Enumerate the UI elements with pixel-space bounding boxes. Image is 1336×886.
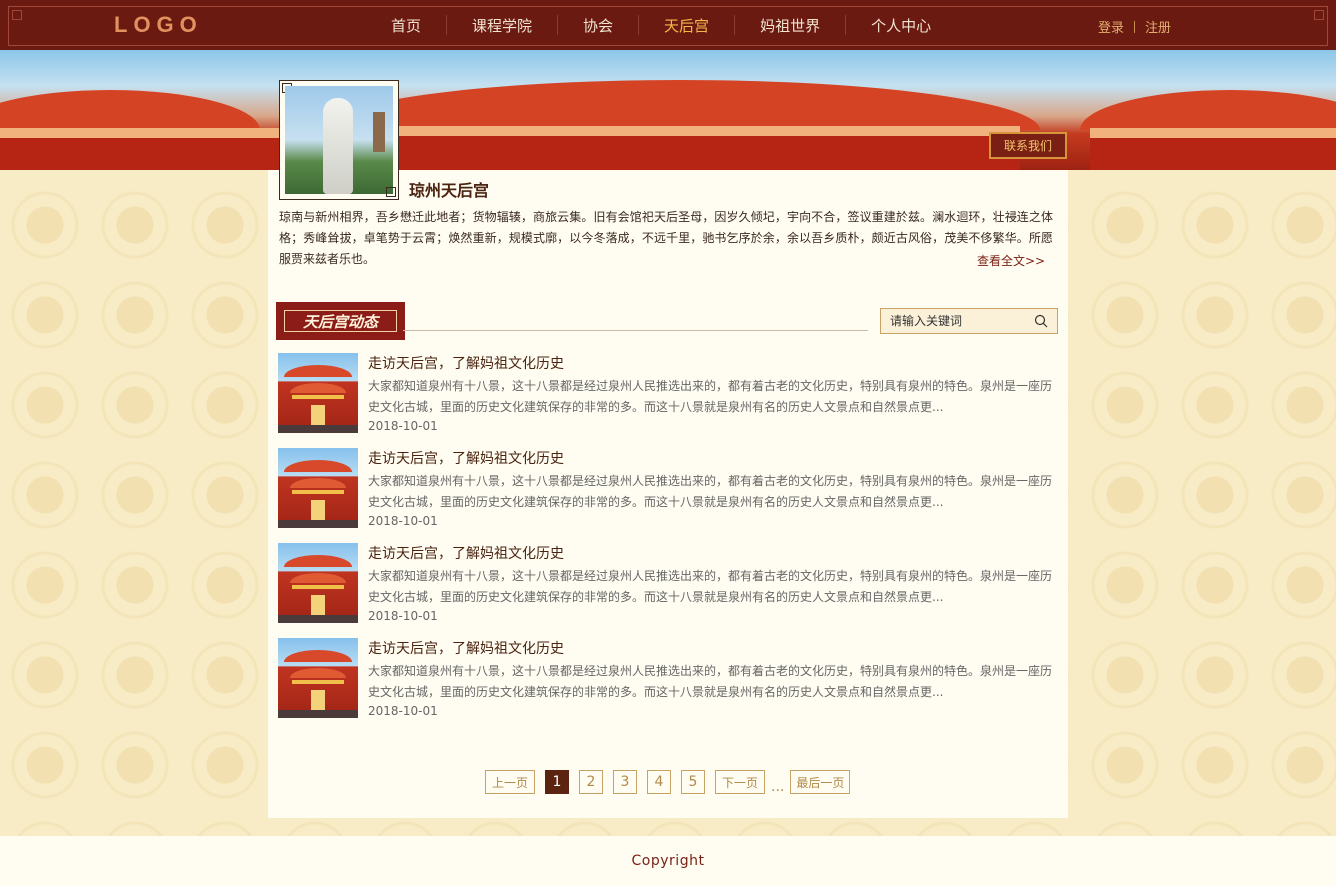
register-link[interactable]: 注册 xyxy=(1145,17,1171,36)
auth-divider xyxy=(1134,20,1136,33)
page-button-3[interactable]: 3 xyxy=(613,770,637,794)
prev-page-button[interactable]: 上一页 xyxy=(485,770,535,794)
news-description: 大家都知道泉州有十八景，这十八景都是经过泉州人民推选出来的，都有着古老的文化历史… xyxy=(368,569,1053,604)
temple-intro: 琼南与新州相界，吾乡懋迁此地者；货物辐辏，商旅云集。旧有会馆祀天后圣母，因岁久倾… xyxy=(279,210,1053,266)
copyright-text: Copyright xyxy=(631,853,705,869)
thumb-trim xyxy=(292,585,344,589)
thumb-ground xyxy=(278,615,358,623)
temple-portrait xyxy=(279,80,399,200)
nav-item-association[interactable]: 协会 xyxy=(558,15,638,36)
thumb-door xyxy=(311,595,325,615)
contact-us-button[interactable]: 联系我们 xyxy=(989,132,1067,159)
thumb-roof xyxy=(284,555,352,567)
banner-eave xyxy=(0,128,280,138)
thumb-door xyxy=(311,500,325,520)
section-divider xyxy=(403,330,868,331)
pagination-ellipsis: ... xyxy=(771,779,785,795)
news-date: 2018-10-01 xyxy=(368,514,438,528)
news-thumbnail[interactable] xyxy=(278,353,358,433)
banner-beam xyxy=(0,138,280,170)
news-item[interactable]: 走访天后宫，了解妈祖文化历史 大家都知道泉州有十八景，这十八景都是经过泉州人民推… xyxy=(278,448,1058,528)
main-nav: 首页 课程学院 协会 天后宫 妈祖世界 个人中心 xyxy=(366,0,956,50)
thumb-trim xyxy=(292,680,344,684)
banner-eave xyxy=(340,126,1020,136)
logo[interactable]: LOGO xyxy=(114,12,203,38)
section-title: 天后宫动态 xyxy=(302,312,378,331)
banner-roof xyxy=(0,90,260,130)
nav-item-home[interactable]: 首页 xyxy=(366,15,446,36)
auth-links: 登录 注册 xyxy=(1098,17,1171,36)
thumb-roof xyxy=(290,383,346,393)
news-date: 2018-10-01 xyxy=(368,609,438,623)
thumb-door xyxy=(311,690,325,710)
page-button-4[interactable]: 4 xyxy=(647,770,671,794)
thumb-trim xyxy=(292,395,344,399)
news-description: 大家都知道泉州有十八景，这十八景都是经过泉州人民推选出来的，都有着古老的文化历史… xyxy=(368,379,1053,414)
mazu-statue-image xyxy=(285,86,393,194)
thumb-trim xyxy=(292,490,344,494)
login-link[interactable]: 登录 xyxy=(1098,17,1124,36)
temple-banner xyxy=(0,50,1336,170)
thumb-roof xyxy=(284,365,352,377)
banner-roof xyxy=(1080,90,1336,130)
news-title[interactable]: 走访天后宫，了解妈祖文化历史 xyxy=(368,638,564,658)
news-item[interactable]: 走访天后宫，了解妈祖文化历史 大家都知道泉州有十八景，这十八景都是经过泉州人民推… xyxy=(278,543,1058,623)
banner-beam xyxy=(340,136,1020,170)
news-date: 2018-10-01 xyxy=(368,704,438,718)
news-description: 大家都知道泉州有十八景，这十八景都是经过泉州人民推选出来的，都有着古老的文化历史… xyxy=(368,474,1053,509)
banner-beam xyxy=(1090,138,1336,170)
search-box xyxy=(880,308,1058,334)
news-title[interactable]: 走访天后宫，了解妈祖文化历史 xyxy=(368,353,564,373)
news-title[interactable]: 走访天后宫，了解妈祖文化历史 xyxy=(368,448,564,468)
nav-item-tianhou-temple[interactable]: 天后宫 xyxy=(639,15,734,36)
news-thumbnail[interactable] xyxy=(278,448,358,528)
page-button-2[interactable]: 2 xyxy=(579,770,603,794)
banner-eave xyxy=(1090,128,1336,138)
read-more-link[interactable]: 查看全文>> xyxy=(977,252,1045,269)
footer: Copyright xyxy=(0,836,1336,886)
nav-item-profile[interactable]: 个人中心 xyxy=(846,15,956,36)
news-date: 2018-10-01 xyxy=(368,419,438,433)
search-icon[interactable] xyxy=(1034,314,1048,328)
thumb-ground xyxy=(278,710,358,718)
thumb-roof xyxy=(290,668,346,678)
news-description: 大家都知道泉州有十八景，这十八景都是经过泉州人民推选出来的，都有着古老的文化历史… xyxy=(368,664,1053,699)
page-button-1[interactable]: 1 xyxy=(545,770,569,794)
last-page-button[interactable]: 最后一页 xyxy=(790,770,851,794)
temple-name: 琼州天后宫 xyxy=(409,181,490,200)
nav-item-courses[interactable]: 课程学院 xyxy=(447,15,557,36)
thumb-ground xyxy=(278,520,358,528)
statue-shape xyxy=(323,98,353,194)
search-input[interactable] xyxy=(881,309,1021,333)
news-item[interactable]: 走访天后宫，了解妈祖文化历史 大家都知道泉州有十八景，这十八景都是经过泉州人民推… xyxy=(278,638,1058,718)
thumb-door xyxy=(311,405,325,425)
news-item[interactable]: 走访天后宫，了解妈祖文化历史 大家都知道泉州有十八景，这十八景都是经过泉州人民推… xyxy=(278,353,1058,433)
banner-roof xyxy=(320,80,1040,130)
nav-item-mazu-world[interactable]: 妈祖世界 xyxy=(735,15,845,36)
page-button-5[interactable]: 5 xyxy=(681,770,705,794)
next-page-button[interactable]: 下一页 xyxy=(715,770,765,794)
news-thumbnail[interactable] xyxy=(278,638,358,718)
thumb-ground xyxy=(278,425,358,433)
section-title-badge: 天后宫动态 xyxy=(276,302,405,340)
top-navbar: LOGO 首页 课程学院 协会 天后宫 妈祖世界 个人中心 登录 注册 xyxy=(0,0,1336,50)
news-thumbnail[interactable] xyxy=(278,543,358,623)
thumb-roof xyxy=(290,478,346,488)
thumb-roof xyxy=(284,650,352,662)
pagoda-shape xyxy=(373,112,385,152)
pagination: 上一页 1 2 3 4 5 下一页 ... 最后一页 xyxy=(485,769,860,795)
news-title[interactable]: 走访天后宫，了解妈祖文化历史 xyxy=(368,543,564,563)
thumb-roof xyxy=(290,573,346,583)
thumb-roof xyxy=(284,460,352,472)
